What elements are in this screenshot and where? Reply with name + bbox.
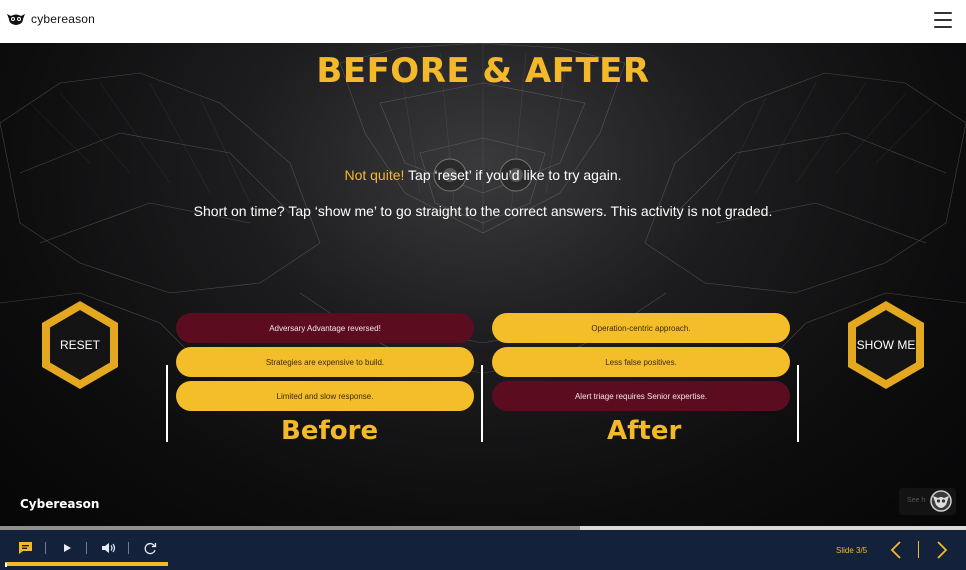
position-marker (5, 563, 7, 567)
before-item[interactable]: Strategies are expensive to build. (176, 347, 474, 377)
transcript-active-indicator (5, 562, 168, 566)
robot-background-art (0, 43, 966, 374)
separator (45, 542, 46, 554)
after-item[interactable]: Less false positives. (492, 347, 790, 377)
chevron-left-icon[interactable] (888, 540, 904, 560)
before-item[interactable]: Adversary Advantage reversed! (176, 313, 474, 343)
chevron-right-icon[interactable] (934, 540, 950, 560)
volume-icon[interactable] (100, 540, 116, 556)
after-item[interactable]: Operation-centric approach. (492, 313, 790, 343)
slide-counter: Slide 3/5 (836, 546, 868, 555)
slide-title: BEFORE & AFTER (316, 51, 650, 91)
replay-icon[interactable] (143, 540, 157, 556)
top-header: cybereason (0, 0, 966, 44)
nav-separator (918, 541, 919, 558)
play-icon[interactable] (61, 540, 73, 556)
before-dropzone-left-border (166, 365, 168, 442)
before-dropzone-right-border (481, 365, 483, 442)
feedback-highlight: Not quite! (344, 167, 405, 183)
show-me-button[interactable]: SHOW ME (846, 299, 926, 391)
owl-icon (930, 490, 952, 512)
after-dropzone-right-border (797, 365, 799, 442)
before-item[interactable]: Limited and slow response. (176, 381, 474, 411)
separator (86, 542, 87, 554)
footer-brand: Cybereason (20, 497, 100, 511)
help-widget[interactable]: See h (899, 488, 956, 515)
instruction-text: Short on time? Tap ‘show me’ to go strai… (193, 203, 773, 219)
feedback-message: Not quite! Tap ‘reset’ if you’d like to … (0, 167, 966, 183)
after-item[interactable]: Alert triage requires Senior expertise. (492, 381, 790, 411)
brand: cybereason (6, 12, 95, 26)
before-label: Before (281, 416, 379, 446)
after-label: After (607, 416, 682, 446)
transcript-icon[interactable] (17, 540, 33, 556)
reset-label: RESET (59, 338, 100, 352)
show-me-label: SHOW ME (856, 338, 916, 352)
feedback-text: Tap ‘reset’ if you’d like to try again. (404, 167, 622, 183)
reset-button[interactable]: RESET (40, 299, 120, 391)
separator (128, 542, 129, 554)
hamburger-menu-icon[interactable] (934, 12, 952, 28)
slide-stage: BEFORE & AFTER (0, 43, 966, 527)
brand-name: cybereason (31, 12, 96, 26)
help-widget-text: See h (907, 497, 926, 504)
owl-logo-icon (7, 14, 25, 25)
